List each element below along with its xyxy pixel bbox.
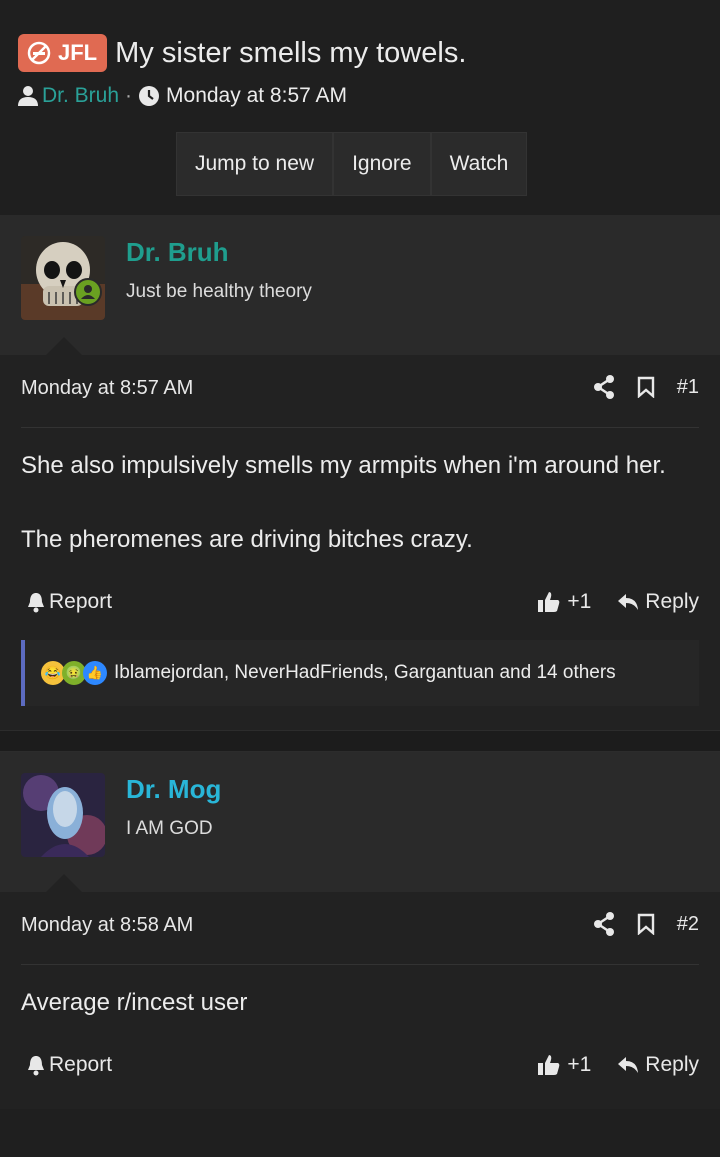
thread-time[interactable]: Monday at 8:57 AM xyxy=(166,84,347,108)
post-header: Monday at 8:57 AM #1 xyxy=(21,355,699,428)
post-time[interactable]: Monday at 8:57 AM xyxy=(21,377,193,400)
thread-meta: Dr. Bruh · Monday at 8:57 AM xyxy=(18,84,347,108)
user-title: I AM GOD xyxy=(126,818,213,839)
post-number[interactable]: #2 xyxy=(677,913,699,936)
reply-label: Reply xyxy=(645,1053,699,1076)
reply-icon xyxy=(618,594,639,610)
reply-button[interactable]: Reply xyxy=(617,1053,699,1077)
post-body: Average r/incest user xyxy=(21,965,699,1021)
post-header-icons: #2 xyxy=(593,912,699,936)
ignore-button[interactable]: Ignore xyxy=(333,132,431,196)
reactions-bar[interactable]: 😂 🤢 👍 Iblamejordan, NeverHadFriends, Gar… xyxy=(21,640,699,706)
post-user-block: Dr. Bruh Just be healthy theory xyxy=(0,215,720,355)
bookmark-icon[interactable] xyxy=(637,376,655,398)
thread-title-row: JFL My sister smells my towels. xyxy=(18,34,466,72)
like-count: +1 xyxy=(567,1053,592,1076)
post: Dr. Bruh Just be healthy theory Monday a… xyxy=(0,215,720,730)
thread-actions: Jump to new Ignore Watch xyxy=(176,132,528,196)
thumbs-up-icon xyxy=(538,592,560,612)
meta-separator: · xyxy=(125,84,133,107)
post-username[interactable]: Dr. Bruh xyxy=(126,237,229,268)
bookmark-icon[interactable] xyxy=(637,913,655,935)
report-label: Report xyxy=(49,590,113,613)
share-icon[interactable] xyxy=(593,375,615,399)
report-label: Report xyxy=(49,1053,113,1076)
jump-to-new-button[interactable]: Jump to new xyxy=(176,132,334,196)
user-block-arrow xyxy=(46,874,82,892)
like-reaction-icon: 👍 xyxy=(83,661,107,685)
post-header-icons: #1 xyxy=(593,375,699,399)
reply-icon xyxy=(618,1057,639,1073)
no-smoking-icon xyxy=(27,41,51,65)
reaction-users[interactable]: Iblamejordan, NeverHadFriends, Gargantua… xyxy=(114,662,616,684)
report-link[interactable]: Report xyxy=(25,1053,112,1077)
post-time[interactable]: Monday at 8:58 AM xyxy=(21,914,193,937)
user-block-arrow xyxy=(46,337,82,355)
post-username[interactable]: Dr. Mog xyxy=(126,774,221,805)
post-header: Monday at 8:58 AM #2 xyxy=(21,892,699,965)
post-paragraph: The pheromenes are driving bitches crazy… xyxy=(21,526,473,553)
bell-icon xyxy=(28,1056,44,1076)
user-icon xyxy=(18,86,38,106)
post-separator xyxy=(0,730,720,752)
share-icon[interactable] xyxy=(593,912,615,936)
prefix-label: JFL xyxy=(58,40,98,65)
post: Dr. Mog I AM GOD Monday at 8:58 AM #2 Av… xyxy=(0,752,720,1109)
report-link[interactable]: Report xyxy=(25,590,112,614)
avatar[interactable] xyxy=(21,773,105,857)
cosmic-avatar-icon xyxy=(21,773,105,857)
like-button[interactable]: +1 xyxy=(537,1053,591,1077)
user-title: Just be healthy theory xyxy=(126,281,312,302)
like-button[interactable]: +1 xyxy=(537,590,591,614)
post-user-block: Dr. Mog I AM GOD xyxy=(0,752,720,892)
thread-author-link[interactable]: Dr. Bruh xyxy=(42,84,119,108)
prefix-badge[interactable]: JFL xyxy=(18,34,108,72)
post-number[interactable]: #1 xyxy=(677,376,699,399)
post-footer: Report +1 Reply xyxy=(21,576,699,646)
post-actions: +1 Reply xyxy=(537,1053,699,1077)
bell-icon xyxy=(28,593,44,613)
post-body: She also impulsively smells my armpits w… xyxy=(21,428,699,558)
clock-icon xyxy=(139,86,160,106)
thumbs-up-icon xyxy=(538,1055,560,1075)
like-count: +1 xyxy=(567,590,592,613)
online-status-icon xyxy=(74,278,102,306)
thread-header: JFL My sister smells my towels. Dr. Bruh… xyxy=(0,0,720,215)
post-paragraph: She also impulsively smells my armpits w… xyxy=(21,452,666,479)
post-paragraph: Average r/incest user xyxy=(21,989,248,1016)
thread-title: My sister smells my towels. xyxy=(115,36,467,69)
post-actions: +1 Reply xyxy=(537,590,699,614)
reply-label: Reply xyxy=(645,590,699,613)
watch-button[interactable]: Watch xyxy=(430,132,528,196)
reply-button[interactable]: Reply xyxy=(617,590,699,614)
post-footer: Report +1 Reply xyxy=(21,1039,699,1109)
